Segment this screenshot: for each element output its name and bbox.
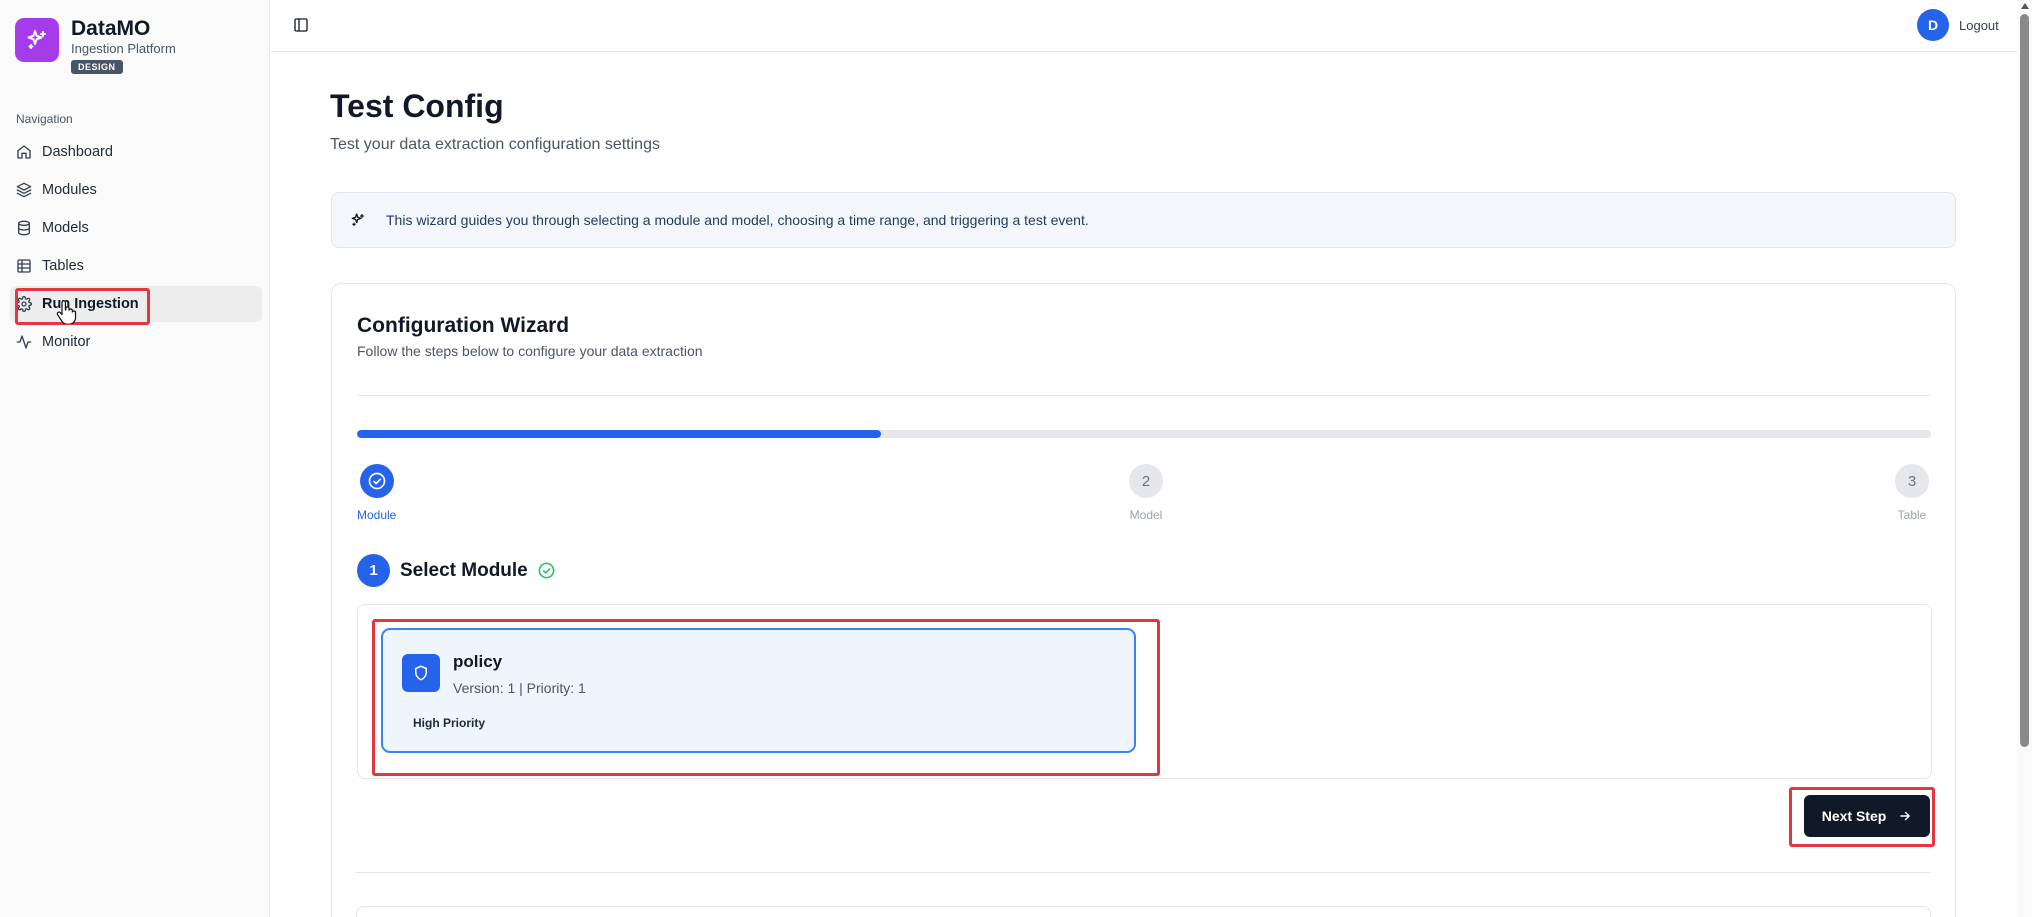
- brand[interactable]: DataMO Ingestion Platform DESIGN: [15, 18, 176, 75]
- step-table[interactable]: 3 Table: [1895, 464, 1929, 522]
- section-title: Select Module: [400, 559, 528, 581]
- info-banner: This wizard guides you through selecting…: [331, 192, 1956, 248]
- sidebar-item-label: Tables: [42, 258, 84, 274]
- topbar: [271, 0, 2032, 52]
- next-section-panel: [356, 906, 1931, 917]
- scroll-up-arrow-icon[interactable]: [2021, 3, 2029, 9]
- sidebar-item-label: Models: [42, 220, 89, 236]
- sidebar-toggle-icon[interactable]: [293, 17, 309, 33]
- highlight-box-nav: [15, 288, 150, 325]
- app-subtitle: Ingestion Platform: [71, 41, 176, 56]
- step-module[interactable]: Module: [357, 464, 396, 522]
- sidebar-item-label: Dashboard: [42, 144, 113, 160]
- database-icon: [18, 220, 30, 236]
- check-circle-icon: [359, 464, 394, 498]
- sidebar-item-models[interactable]: Models: [10, 210, 262, 246]
- vertical-scrollbar[interactable]: [2017, 0, 2032, 917]
- section-number: 1: [357, 554, 390, 587]
- divider: [356, 872, 1930, 873]
- wizard-subtitle: Follow the steps below to configure your…: [357, 343, 703, 359]
- highlight-box-next: [1789, 787, 1935, 847]
- nav-section-label: Navigation: [16, 112, 73, 126]
- step-number: 2: [1129, 464, 1163, 498]
- user-avatar[interactable]: D: [1917, 9, 1949, 41]
- step-label: Table: [1897, 508, 1927, 522]
- layers-icon: [16, 182, 32, 198]
- sidebar-nav: Dashboard Modules Models Tables Run Inge…: [10, 134, 262, 362]
- sparkles-icon: [351, 213, 364, 226]
- sidebar-item-monitor[interactable]: Monitor: [10, 324, 262, 360]
- info-banner-text: This wizard guides you through selecting…: [386, 212, 1089, 228]
- step-model[interactable]: 2 Model: [1129, 464, 1163, 522]
- page-title: Test Config: [330, 88, 504, 124]
- divider: [357, 395, 1931, 396]
- home-icon: [17, 145, 31, 159]
- app-name: DataMO: [71, 17, 151, 40]
- sidebar-item-label: Modules: [42, 182, 97, 198]
- table-icon: [17, 259, 31, 273]
- configuration-wizard: Configuration Wizard Follow the steps be…: [331, 283, 1956, 917]
- step-number: 3: [1895, 464, 1929, 498]
- page-subtitle: Test your data extraction configuration …: [330, 136, 660, 153]
- wizard-title: Configuration Wizard: [357, 314, 570, 337]
- sidebar-item-tables[interactable]: Tables: [10, 248, 262, 284]
- scrollbar-thumb[interactable]: [2020, 14, 2029, 747]
- step-label: Module: [357, 508, 397, 522]
- wizard-progress-bar: [357, 430, 1931, 438]
- step-label: Model: [1129, 508, 1163, 522]
- sidebar-item-modules[interactable]: Modules: [10, 172, 262, 208]
- activity-icon: [16, 335, 32, 349]
- sidebar-item-dashboard[interactable]: Dashboard: [10, 134, 262, 170]
- hand-cursor-icon: [56, 300, 77, 324]
- sparkles-icon: [15, 18, 59, 62]
- environment-badge: DESIGN: [71, 60, 123, 74]
- check-circle-icon: [538, 562, 555, 579]
- sidebar-item-label: Monitor: [42, 334, 91, 350]
- sidebar: DataMO Ingestion Platform DESIGN Navigat…: [0, 0, 270, 917]
- logout-button[interactable]: Logout: [1959, 18, 1999, 33]
- section-header: 1 Select Module: [357, 554, 556, 587]
- highlight-box-module: [372, 619, 1160, 776]
- wizard-progress-fill: [357, 430, 882, 438]
- app-root: DataMO Ingestion Platform DESIGN Navigat…: [0, 0, 2032, 917]
